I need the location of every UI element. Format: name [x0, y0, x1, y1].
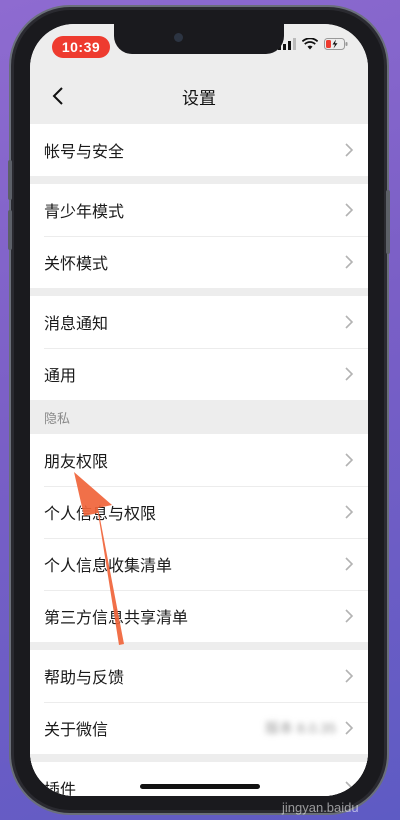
phone-frame: 10:39 设置 帐号与安全 青少年模式 关怀模式 消息通知 通用 隐私 朋友权… [8, 10, 390, 810]
settings-item-label: 第三方信息共享清单 [44, 610, 189, 627]
settings-group-general: 消息通知 通用 [30, 296, 368, 400]
chevron-right-icon [345, 255, 354, 269]
settings-item-help-feedback[interactable]: 帮助与反馈 [30, 650, 368, 702]
settings-item-friend-permissions[interactable]: 朋友权限 [30, 434, 368, 486]
settings-item-label: 个人信息与权限 [44, 506, 157, 523]
settings-group-privacy: 朋友权限 个人信息与权限 个人信息收集清单 第三方信息共享清单 [30, 434, 368, 642]
page-title: 设置 [182, 88, 216, 108]
chevron-right-icon [345, 781, 354, 795]
group-divider [30, 288, 368, 296]
settings-item-personal-info-permissions[interactable]: 个人信息与权限 [30, 486, 368, 538]
settings-group-account: 帐号与安全 [30, 124, 368, 176]
chevron-right-icon [345, 505, 354, 519]
settings-item-label: 青少年模式 [44, 204, 125, 221]
settings-item-youth-mode[interactable]: 青少年模式 [30, 184, 368, 236]
screen: 10:39 设置 帐号与安全 青少年模式 关怀模式 消息通知 通用 隐私 朋友权… [30, 24, 368, 796]
settings-item-label: 个人信息收集清单 [44, 558, 173, 575]
watermark-text: jingyan.baidu [282, 800, 359, 815]
settings-group-about: 帮助与反馈 关于微信 版本 8.0.35 [30, 650, 368, 754]
settings-item-label: 朋友权限 [44, 454, 109, 471]
settings-item-third-party-sharing[interactable]: 第三方信息共享清单 [30, 590, 368, 642]
settings-list: 帐号与安全 青少年模式 关怀模式 消息通知 通用 隐私 朋友权限 个人信息与权限… [30, 124, 368, 796]
settings-item-about-wechat[interactable]: 关于微信 版本 8.0.35 [30, 702, 368, 754]
settings-item-personal-info-list[interactable]: 个人信息收集清单 [30, 538, 368, 590]
chevron-right-icon [345, 557, 354, 571]
chevron-right-icon [345, 315, 354, 329]
chevron-right-icon [345, 453, 354, 467]
chevron-right-icon [345, 143, 354, 157]
settings-item-label: 通用 [44, 368, 77, 385]
group-divider [30, 176, 368, 184]
back-arrow-icon [52, 87, 63, 105]
battery-icon [324, 38, 348, 50]
status-time: 10:39 [52, 36, 110, 58]
settings-item-label: 帮助与反馈 [44, 670, 125, 687]
settings-item-care-mode[interactable]: 关怀模式 [30, 236, 368, 288]
version-value: 版本 8.0.35 [265, 720, 336, 736]
settings-group-plugins: 插件 [30, 762, 368, 796]
settings-item-label: 关于微信 [44, 722, 109, 739]
settings-item-right: 版本 8.0.35 [265, 718, 354, 738]
power-button [386, 190, 390, 254]
group-divider [30, 642, 368, 650]
settings-item-label: 消息通知 [44, 316, 109, 333]
chevron-right-icon [345, 203, 354, 217]
settings-item-plugins[interactable]: 插件 [30, 762, 368, 796]
notch [114, 24, 284, 54]
chevron-right-icon [345, 721, 354, 735]
settings-item-general[interactable]: 通用 [30, 348, 368, 400]
back-button[interactable] [44, 82, 72, 110]
status-icons [278, 38, 348, 50]
settings-item-account-security[interactable]: 帐号与安全 [30, 124, 368, 176]
nav-bar: 设置 [30, 68, 368, 124]
chevron-right-icon [345, 669, 354, 683]
settings-item-notifications[interactable]: 消息通知 [30, 296, 368, 348]
settings-item-label: 关怀模式 [44, 256, 109, 273]
volume-down-button [8, 210, 12, 250]
settings-item-label: 插件 [44, 782, 77, 796]
settings-group-modes: 青少年模式 关怀模式 [30, 184, 368, 288]
home-indicator [140, 784, 260, 789]
chevron-right-icon [345, 367, 354, 381]
camera-icon [174, 33, 183, 42]
group-divider [30, 754, 368, 762]
chevron-right-icon [345, 609, 354, 623]
volume-up-button [8, 160, 12, 200]
section-header-privacy: 隐私 [30, 400, 368, 434]
wifi-icon [302, 38, 318, 50]
settings-item-label: 帐号与安全 [44, 144, 125, 161]
